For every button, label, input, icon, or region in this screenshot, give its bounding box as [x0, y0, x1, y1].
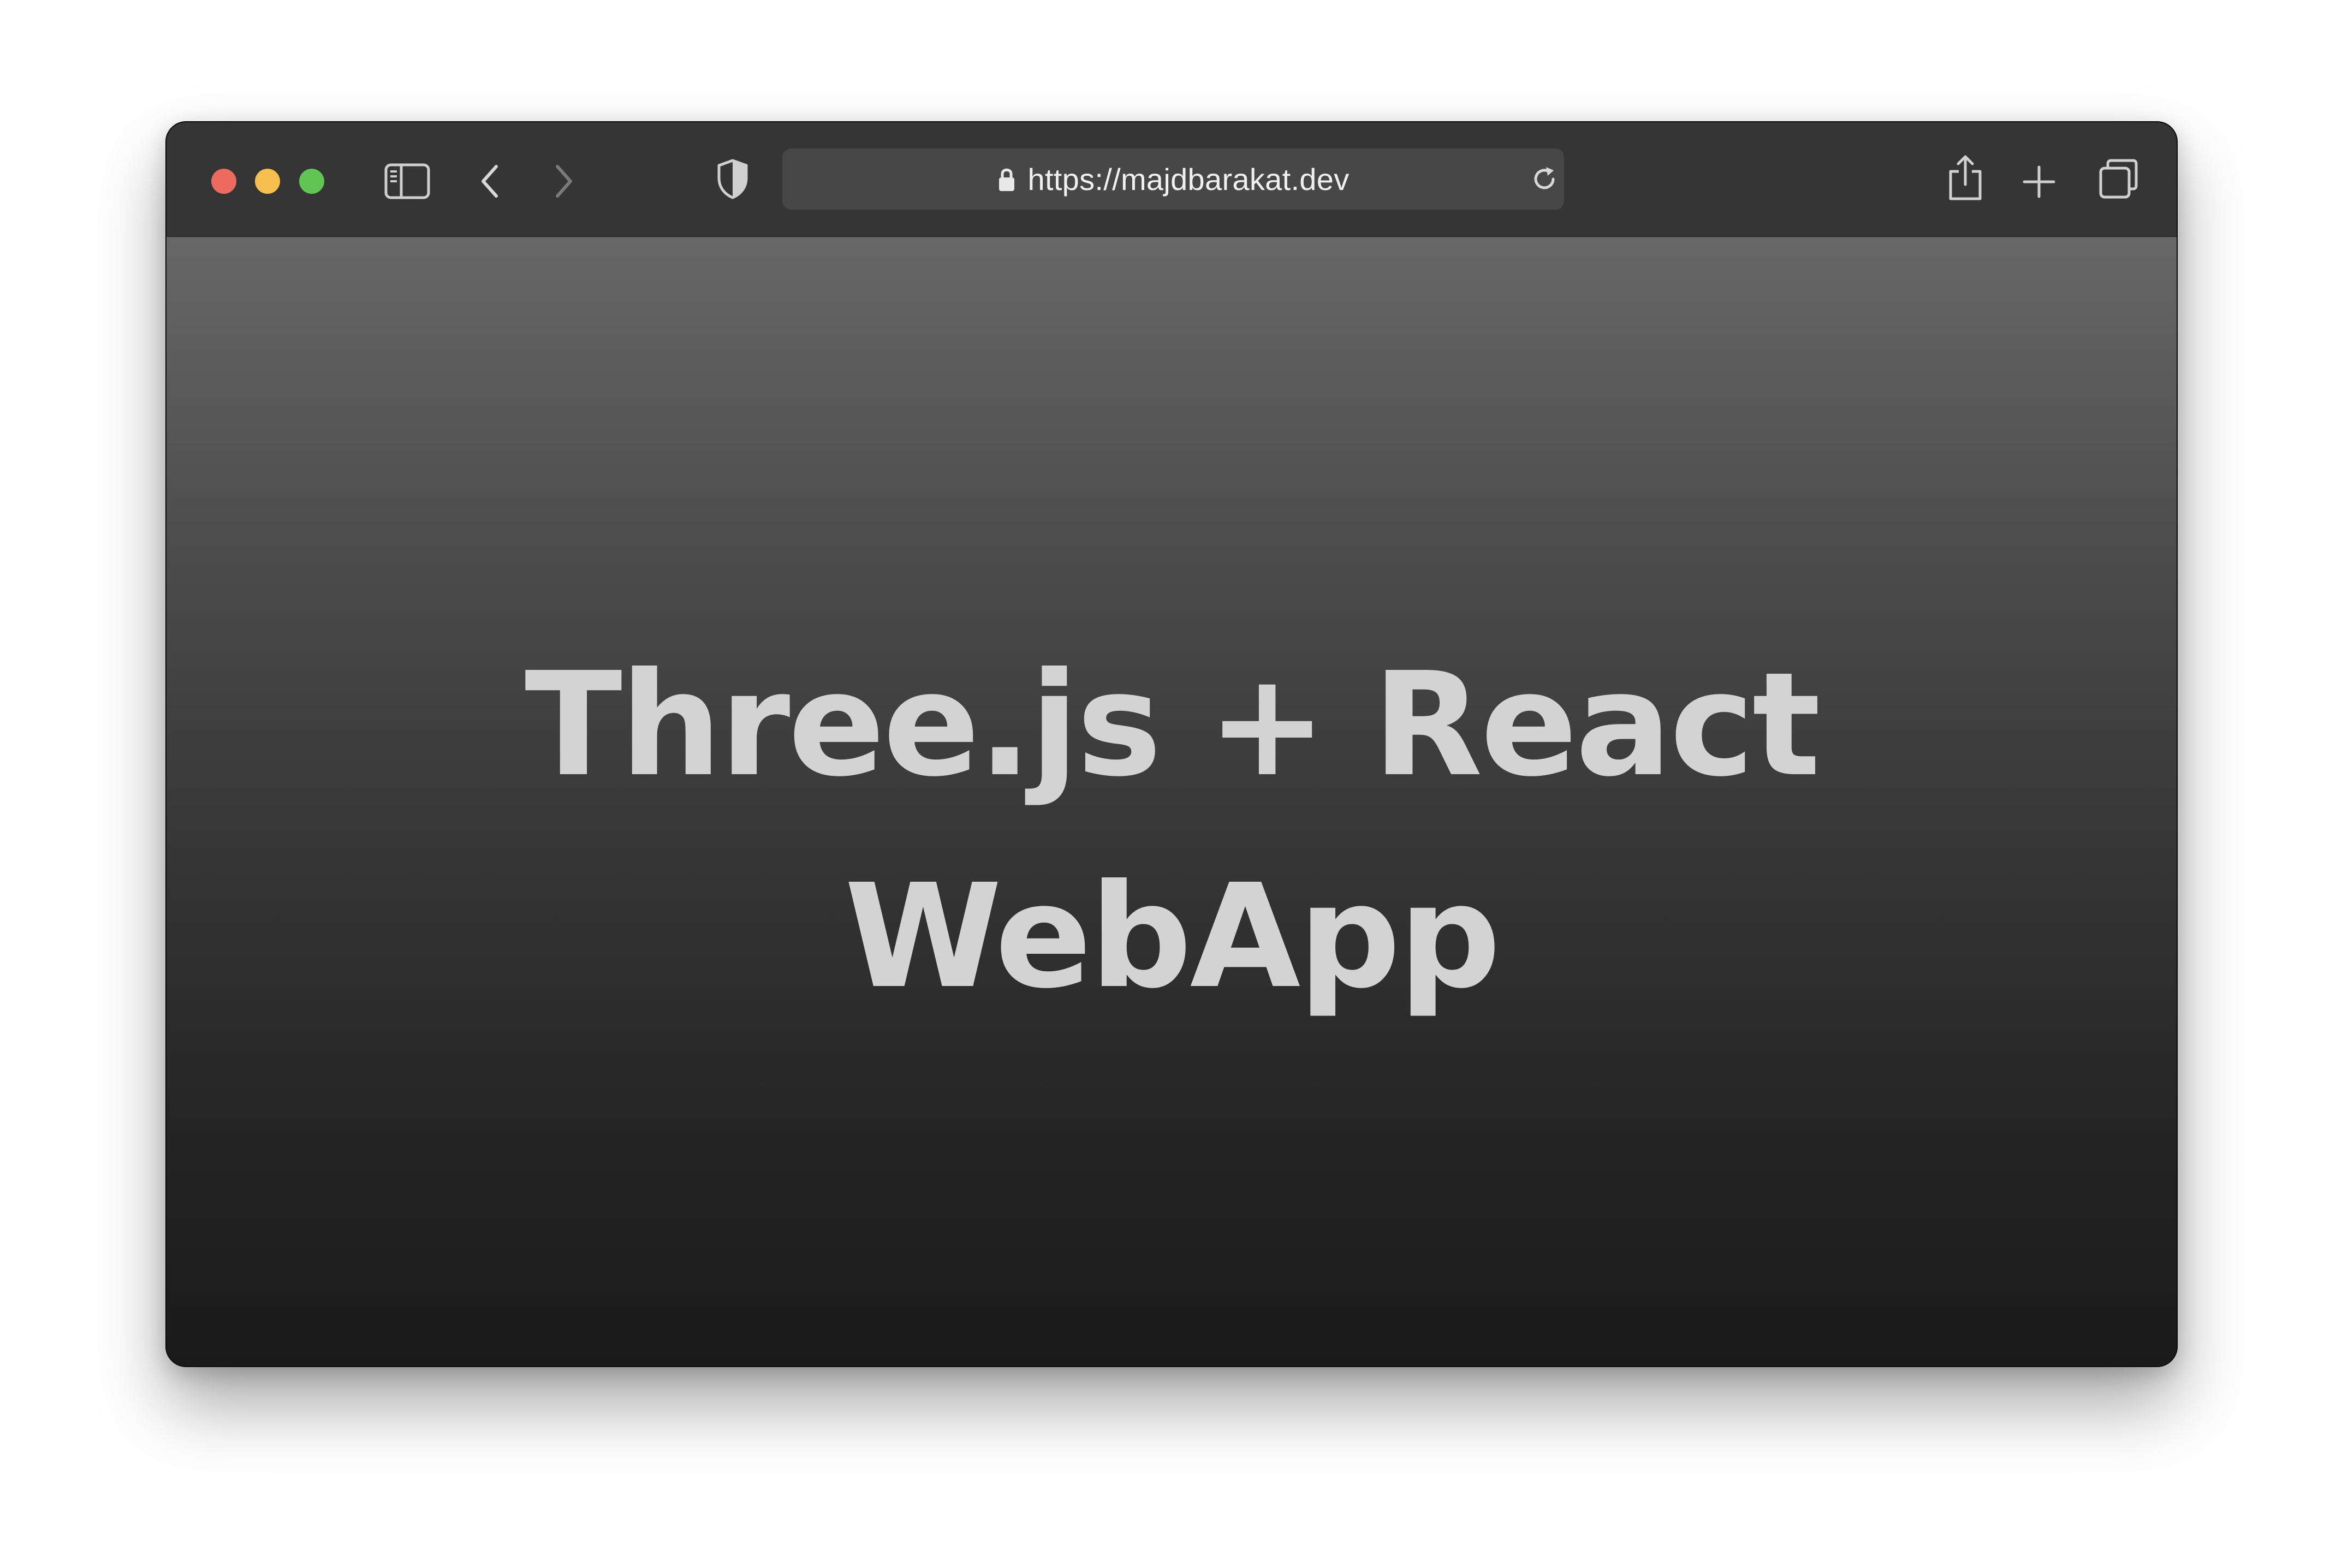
back-button[interactable] [478, 163, 502, 199]
tabs-overview-button[interactable] [2098, 158, 2139, 200]
reload-button[interactable] [1529, 164, 1560, 194]
new-tab-button[interactable] [2022, 165, 2056, 199]
chevron-right-icon [556, 165, 572, 198]
minimize-window-button[interactable] [255, 169, 280, 194]
address-bar[interactable]: https://majdbarakat.dev [782, 149, 1564, 210]
close-window-button[interactable] [211, 169, 236, 194]
reload-icon [1534, 167, 1555, 189]
screenshot-stage: https://majdbarakat.dev Three.js + React… [0, 0, 2330, 1568]
plus-icon [2023, 165, 2055, 198]
page-title-line-1: Three.js + React [525, 642, 1821, 808]
sidebar-toggle-icon[interactable] [384, 163, 430, 199]
share-icon [1949, 155, 1982, 200]
lock-icon [998, 168, 1014, 191]
share-button[interactable] [1945, 153, 1986, 203]
chevron-left-icon [482, 165, 498, 198]
page-title: Three.js + React WebApp [167, 619, 2177, 1043]
forward-button[interactable] [552, 163, 576, 199]
url-text: https://majdbarakat.dev [1027, 162, 1350, 197]
shield-icon [717, 159, 748, 199]
tabs-overview-icon [2099, 159, 2138, 199]
browser-window: https://majdbarakat.dev Three.js + React… [165, 121, 2178, 1367]
zoom-window-button[interactable] [299, 169, 324, 194]
url-group: https://majdbarakat.dev [782, 149, 1564, 210]
page-content: Three.js + React WebApp [167, 237, 2177, 1366]
browser-toolbar: https://majdbarakat.dev [167, 122, 2177, 237]
privacy-report-button[interactable] [716, 158, 750, 200]
page-title-line-2: WebApp [844, 853, 1501, 1020]
